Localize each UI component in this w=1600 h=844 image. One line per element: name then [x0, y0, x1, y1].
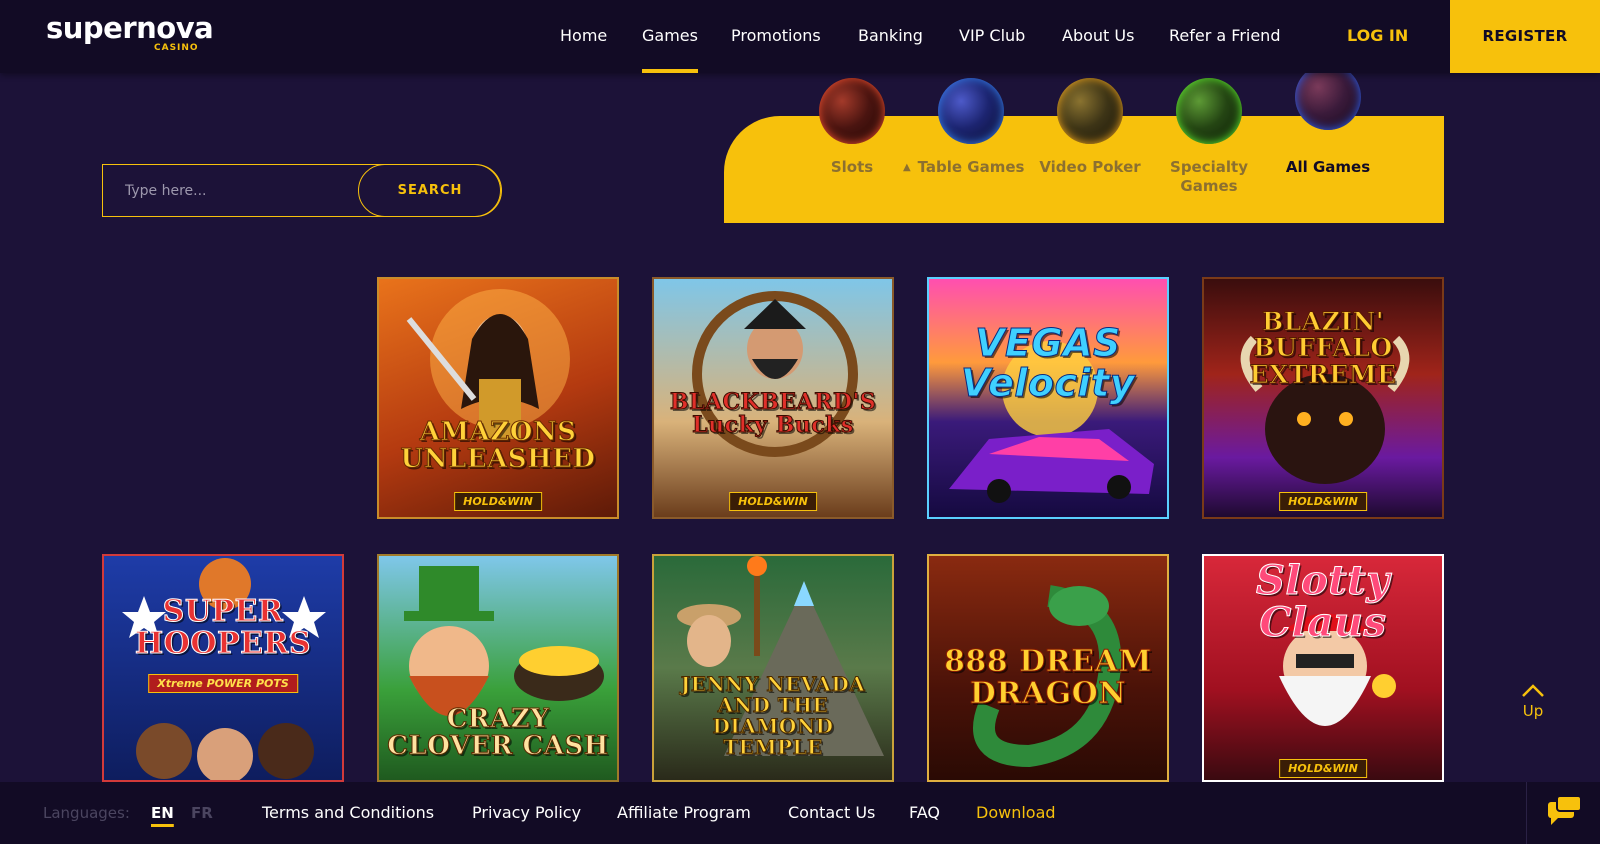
- game-tile-slotty-claus[interactable]: Slotty Claus HOLD&WIN: [1202, 554, 1444, 782]
- languages-label: Languages:: [43, 804, 130, 822]
- search-button[interactable]: SEARCH: [358, 164, 502, 217]
- footer-bar: Languages: EN FR Terms and Conditions Pr…: [0, 782, 1600, 844]
- game-tile-blackbeards-lucky-bucks[interactable]: BLACKBEARD'S Lucky Bucks HOLD&WIN: [652, 277, 894, 519]
- logo-subtitle: CASINO: [154, 43, 199, 53]
- footer-link-contact[interactable]: Contact Us: [788, 782, 875, 844]
- table-games-orb-icon[interactable]: [938, 78, 1004, 144]
- game-title: CRAZY CLOVER CASH: [387, 704, 609, 762]
- specialty-games-orb-icon[interactable]: [1176, 78, 1242, 144]
- footer-link-privacy[interactable]: Privacy Policy: [472, 782, 581, 844]
- game-title: SUPER HOOPERS: [134, 594, 312, 661]
- footer-link-terms[interactable]: Terms and Conditions: [262, 782, 434, 844]
- game-badge: HOLD&WIN: [1279, 759, 1367, 778]
- game-badge: HOLD&WIN: [454, 492, 542, 511]
- scroll-up-label: Up: [1522, 702, 1544, 720]
- supernova-logo[interactable]: supernova CASINO: [46, 12, 216, 56]
- amazons-artwork-icon: [406, 289, 570, 439]
- nav-home[interactable]: Home: [560, 0, 607, 73]
- footer-link-download[interactable]: Download: [976, 782, 1056, 844]
- logo-wordmark: supernova: [46, 11, 214, 45]
- scroll-up-button[interactable]: Up: [1513, 683, 1553, 720]
- slots-orb-icon[interactable]: [819, 78, 885, 144]
- game-title: AMAZONS UNLEASHED: [400, 417, 596, 475]
- top-navbar: supernova CASINO Home Games Promotions B…: [0, 0, 1600, 73]
- category-table-games[interactable]: Table Games: [916, 158, 1026, 177]
- game-title: BLAZIN' BUFFALO EXTREME: [1249, 307, 1397, 389]
- game-tile-blazin-buffalo-extreme[interactable]: BLAZIN' BUFFALO EXTREME HOLD&WIN: [1202, 277, 1444, 519]
- video-poker-orb-icon[interactable]: [1057, 78, 1123, 144]
- chevron-up-icon: [1522, 684, 1544, 697]
- category-slots[interactable]: Slots: [797, 158, 907, 177]
- game-search: SEARCH: [102, 164, 502, 217]
- game-tile-crazy-clover-cash[interactable]: CRAZY CLOVER CASH: [377, 554, 619, 782]
- footer-link-affiliate[interactable]: Affiliate Program: [617, 782, 751, 844]
- game-tile-jenny-nevada[interactable]: JENNY NEVADA AND THE DIAMOND TEMPLE: [652, 554, 894, 782]
- nav-banking[interactable]: Banking: [858, 0, 923, 73]
- game-badge: HOLD&WIN: [729, 492, 817, 511]
- game-title: BLACKBEARD'S Lucky Bucks: [669, 389, 877, 439]
- nav-vip-club[interactable]: VIP Club: [959, 0, 1025, 73]
- game-title: Slotty Claus: [1256, 557, 1390, 646]
- register-button[interactable]: REGISTER: [1450, 0, 1600, 73]
- game-tile-vegas-velocity[interactable]: VEGAS Velocity: [927, 277, 1169, 519]
- category-video-poker[interactable]: Video Poker: [1035, 158, 1145, 177]
- chat-bubbles-icon: [1548, 795, 1582, 825]
- nav-refer-a-friend[interactable]: Refer a Friend: [1169, 0, 1280, 73]
- category-specialty-games[interactable]: Specialty Games: [1154, 158, 1264, 196]
- nav-promotions[interactable]: Promotions: [731, 0, 821, 73]
- search-input[interactable]: [103, 165, 358, 216]
- nav-about-us[interactable]: About Us: [1062, 0, 1134, 73]
- game-tile-888-dream-dragon[interactable]: 888 DREAM DRAGON: [927, 554, 1169, 782]
- game-title: JENNY NEVADA AND THE DIAMOND TEMPLE: [680, 672, 866, 759]
- footer-link-faq[interactable]: FAQ: [909, 782, 940, 844]
- language-fr[interactable]: FR: [191, 782, 213, 844]
- chat-button[interactable]: [1526, 782, 1600, 844]
- game-tile-super-hoopers[interactable]: SUPER HOOPERS Xtreme POWER POTS: [102, 554, 344, 782]
- basketball-artwork-icon: [122, 558, 326, 780]
- game-title: VEGAS Velocity: [960, 321, 1136, 405]
- login-link[interactable]: LOG IN: [1347, 0, 1408, 73]
- nav-games[interactable]: Games: [642, 0, 698, 73]
- caret-up-icon: ▲: [903, 162, 911, 173]
- game-badge: Xtreme POWER POTS: [148, 674, 298, 693]
- all-games-orb-icon[interactable]: [1295, 64, 1361, 130]
- language-en[interactable]: EN: [151, 782, 174, 844]
- category-all-games[interactable]: All Games: [1273, 158, 1383, 177]
- game-title: 888 DREAM DRAGON: [944, 644, 1152, 711]
- game-tile-amazons-unleashed[interactable]: AMAZONS UNLEASHED HOLD&WIN: [377, 277, 619, 519]
- game-badge: HOLD&WIN: [1279, 492, 1367, 511]
